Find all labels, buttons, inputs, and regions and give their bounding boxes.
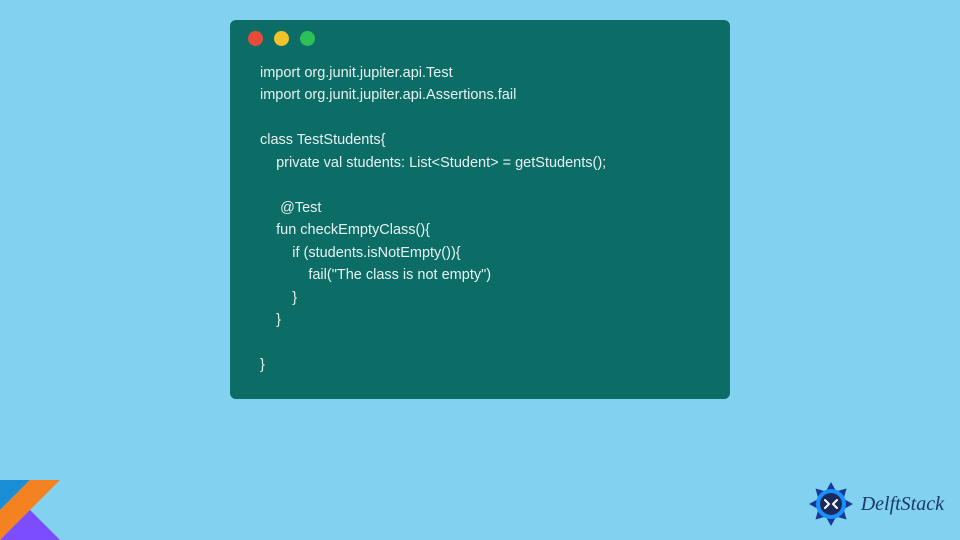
close-icon[interactable] <box>248 31 263 46</box>
minimize-icon[interactable] <box>274 31 289 46</box>
code-block: import org.junit.jupiter.api.Test import… <box>230 56 730 387</box>
delftstack-label: DelftStack <box>861 493 944 516</box>
delftstack-branding: DelftStack <box>807 480 944 528</box>
maximize-icon[interactable] <box>300 31 315 46</box>
kotlin-logo-icon <box>0 480 60 540</box>
delftstack-badge-icon <box>807 480 855 528</box>
window-titlebar <box>230 20 730 56</box>
code-window: import org.junit.jupiter.api.Test import… <box>230 20 730 399</box>
